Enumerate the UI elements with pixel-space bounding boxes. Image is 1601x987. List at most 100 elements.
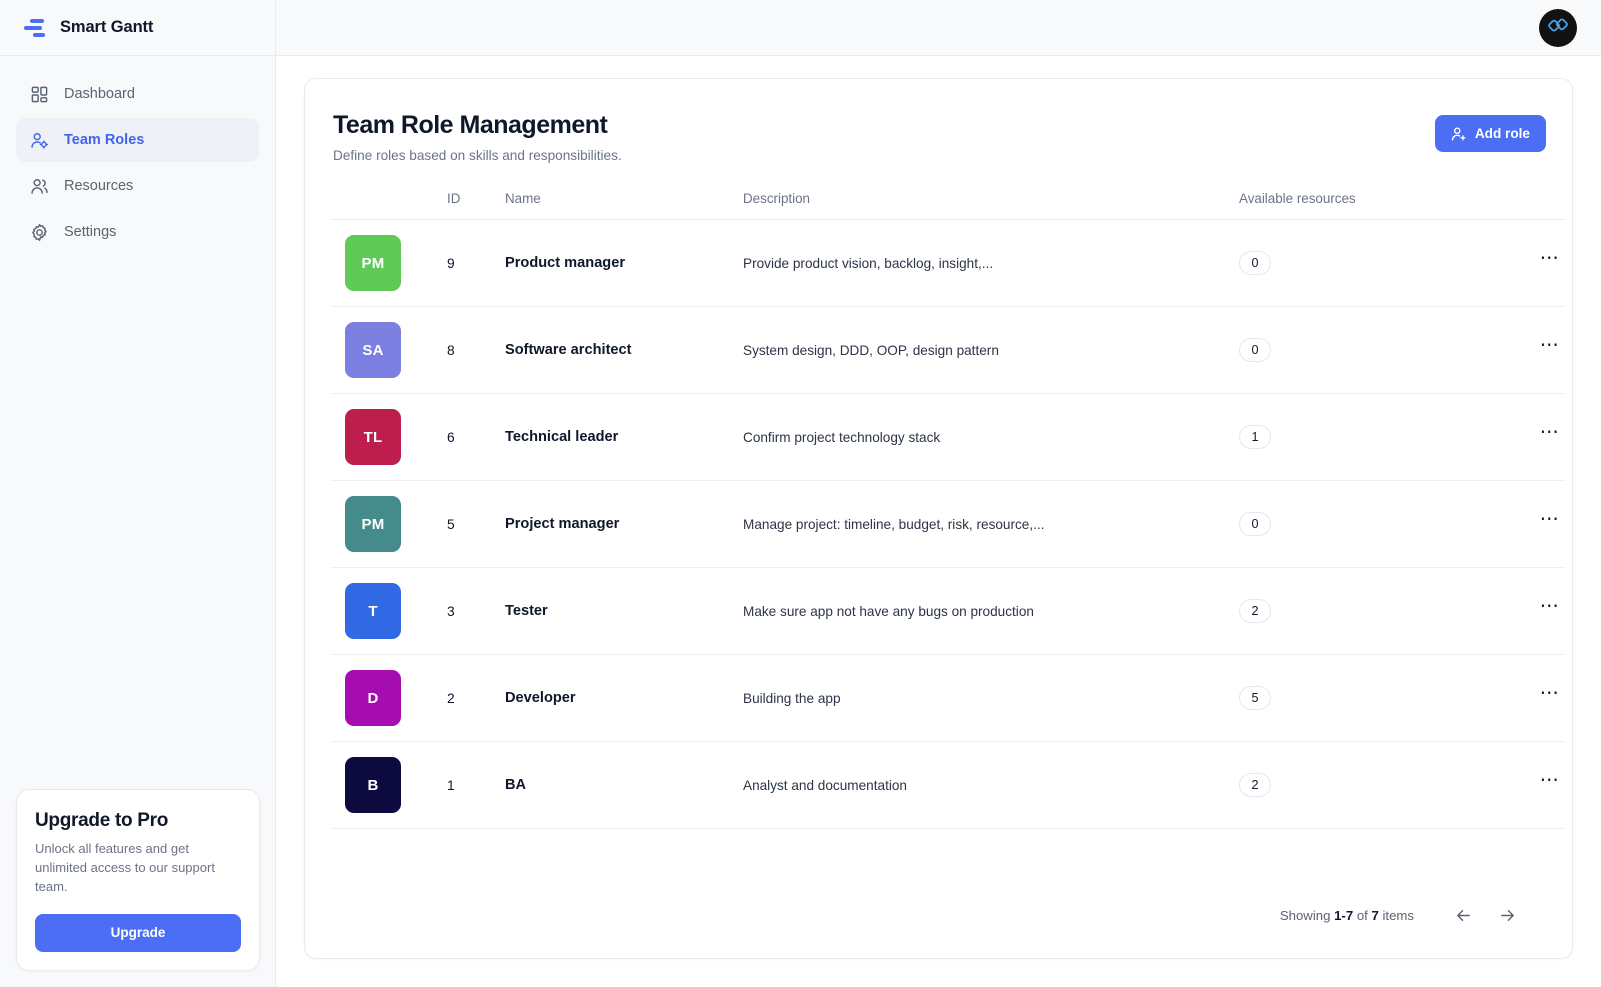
cell-id: 1: [447, 741, 505, 829]
column-header-description: Description: [743, 191, 1239, 220]
cell-avatar: D: [331, 654, 447, 742]
cell-name: Tester: [505, 567, 743, 655]
upgrade-to-pro-card: Upgrade to Pro Unlock all features and g…: [16, 789, 260, 971]
panel-heading-group: Team Role Management Define roles based …: [333, 111, 622, 163]
sidebar-header: Smart Gantt: [0, 0, 275, 56]
arrow-right-icon: [1498, 906, 1517, 925]
cell-description: Provide product vision, backlog, insight…: [743, 219, 1239, 307]
cell-resources: 2: [1239, 567, 1475, 655]
column-header-available-resources: Available resources: [1239, 191, 1475, 220]
column-header-name: Name: [505, 191, 743, 220]
panel-header: Team Role Management Define roles based …: [331, 111, 1546, 163]
upgrade-card-description: Unlock all features and get unlimited ac…: [35, 841, 215, 895]
ellipsis-icon[interactable]: ⋯: [1535, 771, 1565, 797]
cell-id: 9: [447, 219, 505, 307]
role-avatar: SA: [345, 322, 401, 378]
grid-icon: [30, 85, 49, 104]
role-avatar: TL: [345, 409, 401, 465]
resource-count-badge: 1: [1239, 425, 1271, 449]
page-subtitle: Define roles based on skills and respons…: [333, 148, 622, 163]
cell-name: Project manager: [505, 480, 743, 568]
cell-resources: 1: [1239, 393, 1475, 481]
sidebar-item-label: Team Roles: [64, 132, 145, 148]
sidebar-item-team-roles[interactable]: Team Roles: [16, 118, 259, 162]
page-title: Team Role Management: [333, 111, 608, 139]
table-row[interactable]: PM 5 Project manager Manage project: timeli…: [331, 480, 1565, 568]
table-row[interactable]: TL 6 Technical leader Confirm project techn…: [331, 393, 1565, 481]
cell-name: Developer: [505, 654, 743, 742]
cell-resources: 0: [1239, 480, 1475, 568]
upgrade-button[interactable]: Upgrade: [35, 914, 241, 952]
ellipsis-icon[interactable]: ⋯: [1535, 423, 1565, 449]
cell-actions: ⋯: [1475, 654, 1565, 742]
cell-description: Manage project: timeline, budget, risk, …: [743, 480, 1239, 568]
arrow-left-icon: [1454, 906, 1473, 925]
cell-id: 5: [447, 480, 505, 568]
cell-avatar: PM: [331, 219, 447, 307]
content-region: Team Role Management Define roles based …: [276, 56, 1601, 987]
cell-name: Technical leader: [505, 393, 743, 481]
sidebar-nav: Dashboard Team Roles Resources Settings: [0, 56, 275, 254]
role-initials: PM: [361, 515, 385, 533]
sidebar-item-label: Dashboard: [64, 86, 135, 102]
cell-avatar: B: [331, 741, 447, 829]
table-row[interactable]: SA 8 Software architect System design, DDD,…: [331, 306, 1565, 394]
app-root: Smart Gantt Dashboard Team Roles Resourc…: [0, 0, 1601, 987]
table-header-row: ID Name Description Available resources: [331, 191, 1565, 220]
cell-avatar: T: [331, 567, 447, 655]
gantt-bars-icon: [24, 18, 46, 37]
resource-count-badge: 5: [1239, 686, 1271, 710]
main-area: Team Role Management Define roles based …: [276, 0, 1601, 987]
role-avatar: D: [345, 670, 401, 726]
cell-avatar: SA: [331, 306, 447, 394]
resource-count-badge: 2: [1239, 773, 1271, 797]
cell-description: Confirm project technology stack: [743, 393, 1239, 481]
table-row[interactable]: T 3 Tester Make sure app not have any bugs …: [331, 567, 1565, 655]
pagination-next-button[interactable]: [1490, 898, 1524, 932]
pagination-prev-button[interactable]: [1446, 898, 1480, 932]
sidebar-item-settings[interactable]: Settings: [16, 210, 259, 254]
sidebar-item-label: Settings: [64, 224, 117, 240]
users-icon: [30, 177, 49, 196]
table-row[interactable]: PM 9 Product manager Provide product vision…: [331, 219, 1565, 307]
column-header-id: ID: [447, 191, 505, 220]
ellipsis-icon[interactable]: ⋯: [1535, 249, 1565, 275]
avatar[interactable]: [1539, 8, 1577, 47]
sidebar-item-label: Resources: [64, 178, 134, 194]
resource-count-badge: 2: [1239, 599, 1271, 623]
topbar: [276, 0, 1601, 56]
role-initials: T: [368, 602, 378, 620]
gear-icon: [30, 223, 49, 242]
cell-name: Product manager: [505, 219, 743, 307]
table-row[interactable]: B 1 BA Analyst and documentation 2 ⋯: [331, 741, 1565, 829]
ellipsis-icon[interactable]: ⋯: [1535, 336, 1565, 362]
pagination-prefix: Showing: [1279, 907, 1335, 923]
role-avatar: B: [345, 757, 401, 813]
cell-description: Make sure app not have any bugs on produ…: [743, 567, 1239, 655]
ellipsis-icon[interactable]: ⋯: [1535, 597, 1565, 623]
sidebar-item-dashboard[interactable]: Dashboard: [16, 72, 259, 116]
role-initials: SA: [362, 341, 384, 359]
pagination-range: 1-7: [1334, 907, 1354, 923]
cell-avatar: PM: [331, 480, 447, 568]
sidebar-item-resources[interactable]: Resources: [16, 164, 259, 208]
cell-actions: ⋯: [1475, 480, 1565, 568]
cell-description: Analyst and documentation: [743, 741, 1239, 829]
role-initials: PM: [361, 254, 385, 272]
cell-id: 6: [447, 393, 505, 481]
column-header-actions: [1475, 191, 1565, 220]
ellipsis-icon[interactable]: ⋯: [1535, 684, 1565, 710]
pagination-total: 7: [1371, 907, 1379, 923]
pagination-middle: of: [1353, 907, 1372, 923]
role-avatar: T: [345, 583, 401, 639]
resource-count-badge: 0: [1239, 251, 1271, 275]
cell-resources: 5: [1239, 654, 1475, 742]
cell-id: 3: [447, 567, 505, 655]
cell-avatar: TL: [331, 393, 447, 481]
cell-resources: 2: [1239, 741, 1475, 829]
cell-id: 2: [447, 654, 505, 742]
role-avatar: PM: [345, 496, 401, 552]
ellipsis-icon[interactable]: ⋯: [1535, 510, 1565, 536]
table-row[interactable]: D 2 Developer Building the app 5 ⋯: [331, 654, 1565, 742]
add-role-button[interactable]: Add role: [1434, 115, 1546, 152]
